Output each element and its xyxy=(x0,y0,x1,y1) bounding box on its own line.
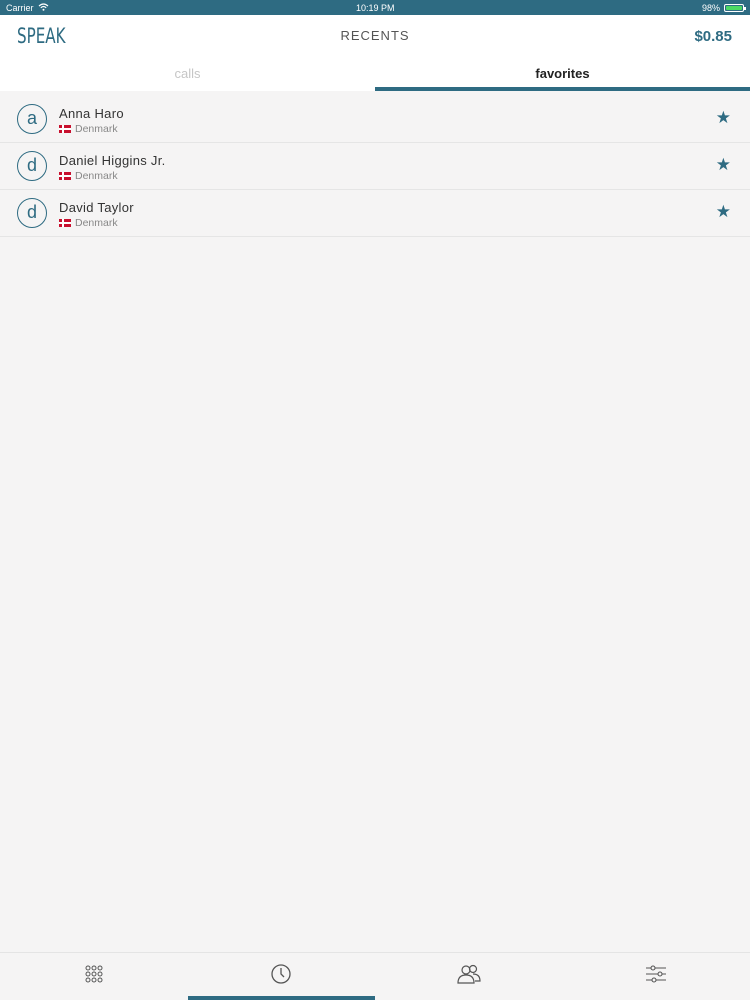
battery-icon xyxy=(724,3,746,12)
status-time: 10:19 PM xyxy=(355,2,395,13)
country-label: Denmark xyxy=(75,123,118,135)
carrier-label: Carrier xyxy=(6,2,34,13)
denmark-flag-icon xyxy=(59,172,71,180)
country-label: Denmark xyxy=(75,170,118,182)
tab-favorites[interactable]: favorites xyxy=(375,60,750,91)
contact-country: Denmark xyxy=(59,123,118,135)
denmark-flag-icon xyxy=(59,219,71,227)
country-label: Denmark xyxy=(75,217,118,229)
battery-fill xyxy=(726,5,742,10)
nav-recents[interactable] xyxy=(187,953,376,1000)
nav-keypad[interactable] xyxy=(0,953,188,1000)
star-icon[interactable]: ★ xyxy=(716,108,731,128)
nav-settings[interactable] xyxy=(563,953,750,1000)
status-bar: Carrier 10:19 PM 98% xyxy=(0,0,750,15)
settings-sliders-icon xyxy=(645,964,667,989)
avatar: d xyxy=(17,151,47,181)
star-icon[interactable]: ★ xyxy=(716,155,731,175)
contacts-icon xyxy=(456,963,482,990)
app-header: SPEAK RECENTS $0.85 xyxy=(0,15,750,60)
balance-button[interactable]: $0.85 xyxy=(694,28,732,45)
contact-name: David Taylor xyxy=(59,200,134,215)
list-item[interactable]: a Anna Haro Denmark ★ xyxy=(0,96,750,143)
contact-country: Denmark xyxy=(59,170,118,182)
clock-icon xyxy=(270,963,292,990)
avatar: a xyxy=(17,104,47,134)
battery-percent: 98% xyxy=(701,2,720,13)
star-icon[interactable]: ★ xyxy=(716,202,731,222)
nav-contacts[interactable] xyxy=(375,953,563,1000)
status-right: 98% xyxy=(701,2,746,13)
page-title: RECENTS xyxy=(340,28,410,43)
keypad-icon xyxy=(84,964,104,989)
contact-country: Denmark xyxy=(59,217,118,229)
status-left: Carrier xyxy=(6,3,49,13)
list-item[interactable]: d Daniel Higgins Jr. Denmark ★ xyxy=(0,143,750,190)
contact-name: Daniel Higgins Jr. xyxy=(59,153,166,168)
tab-bar: calls favorites xyxy=(0,60,750,91)
wifi-icon xyxy=(38,2,49,13)
contact-name: Anna Haro xyxy=(59,106,124,121)
denmark-flag-icon xyxy=(59,125,71,133)
bottom-nav xyxy=(0,952,750,1000)
favorites-list: a Anna Haro Denmark ★ d Daniel Higgins J… xyxy=(0,96,750,237)
list-item[interactable]: d David Taylor Denmark ★ xyxy=(0,190,750,237)
tab-calls[interactable]: calls xyxy=(0,60,375,91)
avatar: d xyxy=(17,198,47,228)
